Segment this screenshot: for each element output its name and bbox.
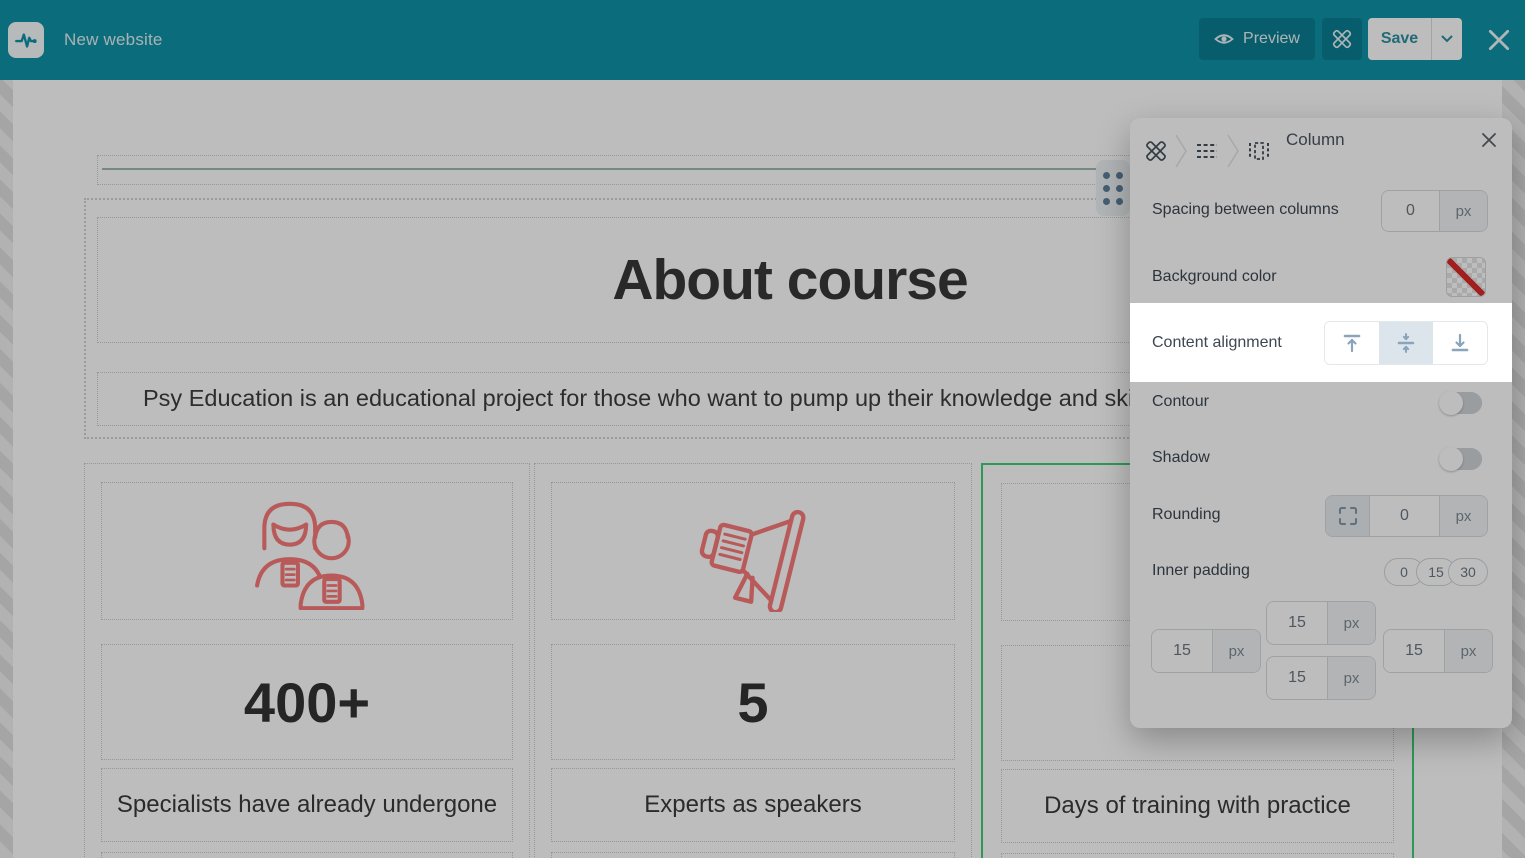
content-alignment-label: Content alignment xyxy=(1152,334,1282,352)
align-bottom-button[interactable] xyxy=(1433,322,1487,364)
spotlight-overlay xyxy=(0,0,1525,858)
align-top-button[interactable] xyxy=(1325,322,1379,364)
align-bottom-icon xyxy=(1448,331,1472,355)
align-middle-icon xyxy=(1394,331,1418,355)
editor-screen: About course Psy Education is an educati… xyxy=(0,0,1525,858)
content-alignment-row: Content alignment xyxy=(1130,303,1512,382)
align-middle-button[interactable] xyxy=(1379,322,1433,364)
alignment-button-group xyxy=(1324,321,1488,365)
align-top-icon xyxy=(1340,331,1364,355)
